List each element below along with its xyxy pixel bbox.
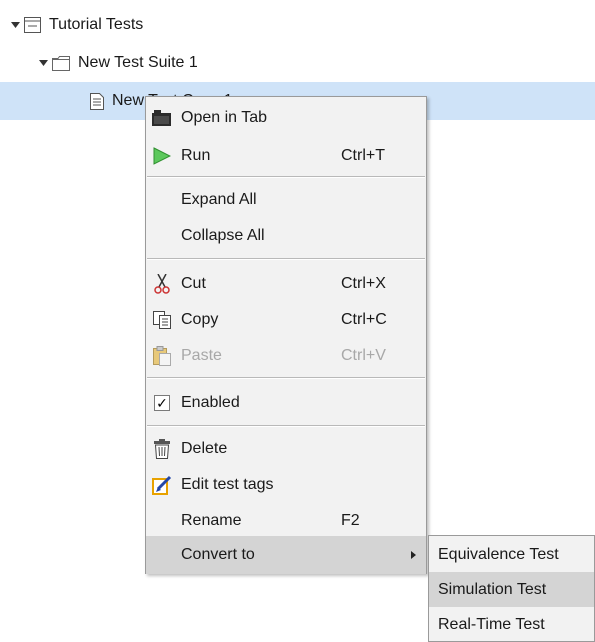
expand-arrow-icon[interactable]: [10, 20, 20, 30]
menu-item-copy[interactable]: Copy Ctrl+C: [146, 301, 426, 339]
tree-label: New Test Suite 1: [78, 54, 198, 71]
tree-label: Tutorial Tests: [49, 16, 144, 33]
menu-item-collapse-all[interactable]: Collapse All: [146, 217, 426, 255]
test-case-icon: [90, 92, 104, 110]
menu-item-open-in-tab[interactable]: Open in Tab: [146, 99, 426, 137]
test-file-icon: [24, 17, 41, 33]
trash-icon: [152, 439, 172, 459]
cut-icon: [152, 274, 172, 294]
paste-icon: [152, 346, 172, 366]
expand-arrow-icon[interactable]: [38, 58, 48, 68]
submenu-item-simulation-test[interactable]: Simulation Test: [429, 572, 594, 607]
tree-node-new-test-suite-1[interactable]: New Test Suite 1: [0, 44, 595, 82]
menu-separator: [147, 425, 425, 427]
copy-icon: [152, 310, 172, 330]
menu-item-expand-all[interactable]: Expand All: [146, 181, 426, 219]
folder-icon: [52, 55, 70, 71]
edit-tags-icon: [152, 475, 172, 495]
tree-node-tutorial-tests[interactable]: Tutorial Tests: [0, 6, 595, 44]
menu-item-run[interactable]: Run Ctrl+T: [146, 137, 426, 175]
open-in-tab-icon: [152, 108, 172, 128]
submenu-arrow-icon: [411, 551, 416, 559]
menu-separator: [147, 258, 425, 260]
context-menu: Open in Tab Run Ctrl+T Expand All Collap…: [145, 96, 427, 574]
menu-separator: [147, 377, 425, 379]
menu-separator: [147, 176, 425, 178]
submenu-item-real-time-test[interactable]: Real-Time Test: [429, 607, 594, 642]
convert-to-submenu: Equivalence Test Simulation Test Real-Ti…: [428, 535, 595, 642]
menu-item-convert-to[interactable]: Convert to: [146, 536, 426, 574]
menu-item-edit-test-tags[interactable]: Edit test tags: [146, 466, 426, 504]
submenu-item-equivalence-test[interactable]: Equivalence Test: [429, 537, 594, 572]
run-icon: [152, 146, 172, 166]
menu-item-paste: Paste Ctrl+V: [146, 337, 426, 375]
menu-item-rename[interactable]: Rename F2: [146, 502, 426, 540]
checkbox-checked-icon: ✓: [152, 393, 172, 413]
menu-item-delete[interactable]: Delete: [146, 430, 426, 468]
menu-item-enabled[interactable]: ✓ Enabled: [146, 384, 426, 422]
menu-item-cut[interactable]: Cut Ctrl+X: [146, 265, 426, 303]
